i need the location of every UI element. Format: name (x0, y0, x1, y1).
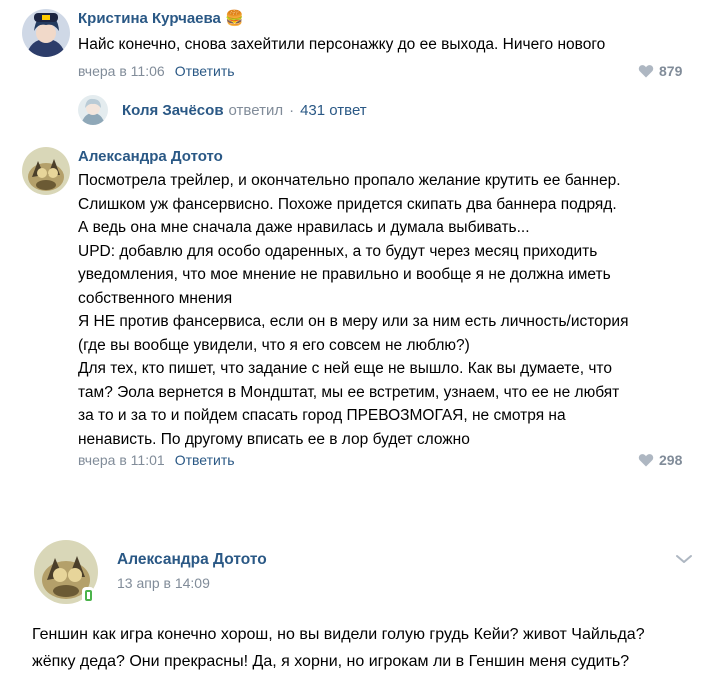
text-line: (где вы вообще увидели, что я его совсем… (78, 336, 470, 354)
reply-author[interactable]: Коля Зачёсов (122, 102, 224, 119)
reply-verb: ответил (228, 101, 284, 119)
comment-author[interactable]: Кристина Курчаева 🍔 (78, 10, 244, 28)
heart-icon (638, 454, 654, 467)
avatar[interactable] (22, 147, 70, 195)
avatar[interactable] (78, 95, 108, 125)
comment-meta: вчера в 11:01 Ответить (78, 451, 235, 469)
text-line: Геншин как игра конечно хорош, но вы вид… (32, 626, 645, 643)
replies-count[interactable]: 431 ответ (300, 102, 367, 119)
text-line: там? Эола вернется в Мондштат, мы ее вст… (78, 383, 620, 401)
post-date[interactable]: 13 апр в 14:09 (117, 575, 210, 591)
like-count: 879 (659, 63, 683, 79)
text-line: собственного мнения (78, 289, 233, 307)
reply-button[interactable]: Ответить (175, 63, 235, 79)
comment-date[interactable]: вчера в 11:06 (78, 63, 165, 79)
text-line: жёпку деда? Они прекрасны! Да, я хорни, … (32, 653, 630, 670)
like-count: 298 (659, 452, 683, 468)
like-button[interactable]: 879 (638, 62, 682, 80)
mobile-online-icon (82, 587, 94, 603)
avatar[interactable] (22, 9, 70, 57)
text-line: Для тех, кто пишет, что задание с ней ещ… (78, 360, 612, 377)
text-line: UPD: добавлю для особо одаренных, а то б… (78, 242, 598, 260)
separator: · (289, 101, 295, 119)
text-line: за то и за то и пойдем спасать город ПРЕ… (78, 407, 566, 424)
text-line: Слишком уж фансервисно. Похоже придется … (78, 195, 617, 213)
text-line: Посмотрела трейлер, и окончательно пропа… (78, 172, 621, 189)
burger-emoji: 🍔 (225, 10, 244, 27)
chevron-down-icon[interactable] (675, 553, 693, 565)
post-author[interactable]: Александра Дотото (117, 551, 267, 569)
text-line: ненависть. По другому вписать ее в лор б… (78, 430, 470, 448)
comment-meta: вчера в 11:06 Ответить (78, 62, 235, 80)
reply-button[interactable]: Ответить (175, 452, 235, 468)
comment-date[interactable]: вчера в 11:01 (78, 452, 165, 468)
comment-author[interactable]: Александра Дотото (78, 148, 223, 166)
like-button[interactable]: 298 (638, 451, 682, 469)
text-line: Я НЕ против фансервиса, если он в меру и… (78, 313, 629, 330)
heart-icon (638, 65, 654, 78)
text-line: уведомления, что мое мнение не правильно… (78, 266, 611, 283)
replies-thread[interactable]: Коля Зачёсов ответил · 431 ответ (78, 93, 367, 127)
comment-text: Найс конечно, снова захейтили персонажку… (78, 36, 606, 53)
text-line: А ведь она мне сначала даже нравилась и … (78, 219, 530, 236)
